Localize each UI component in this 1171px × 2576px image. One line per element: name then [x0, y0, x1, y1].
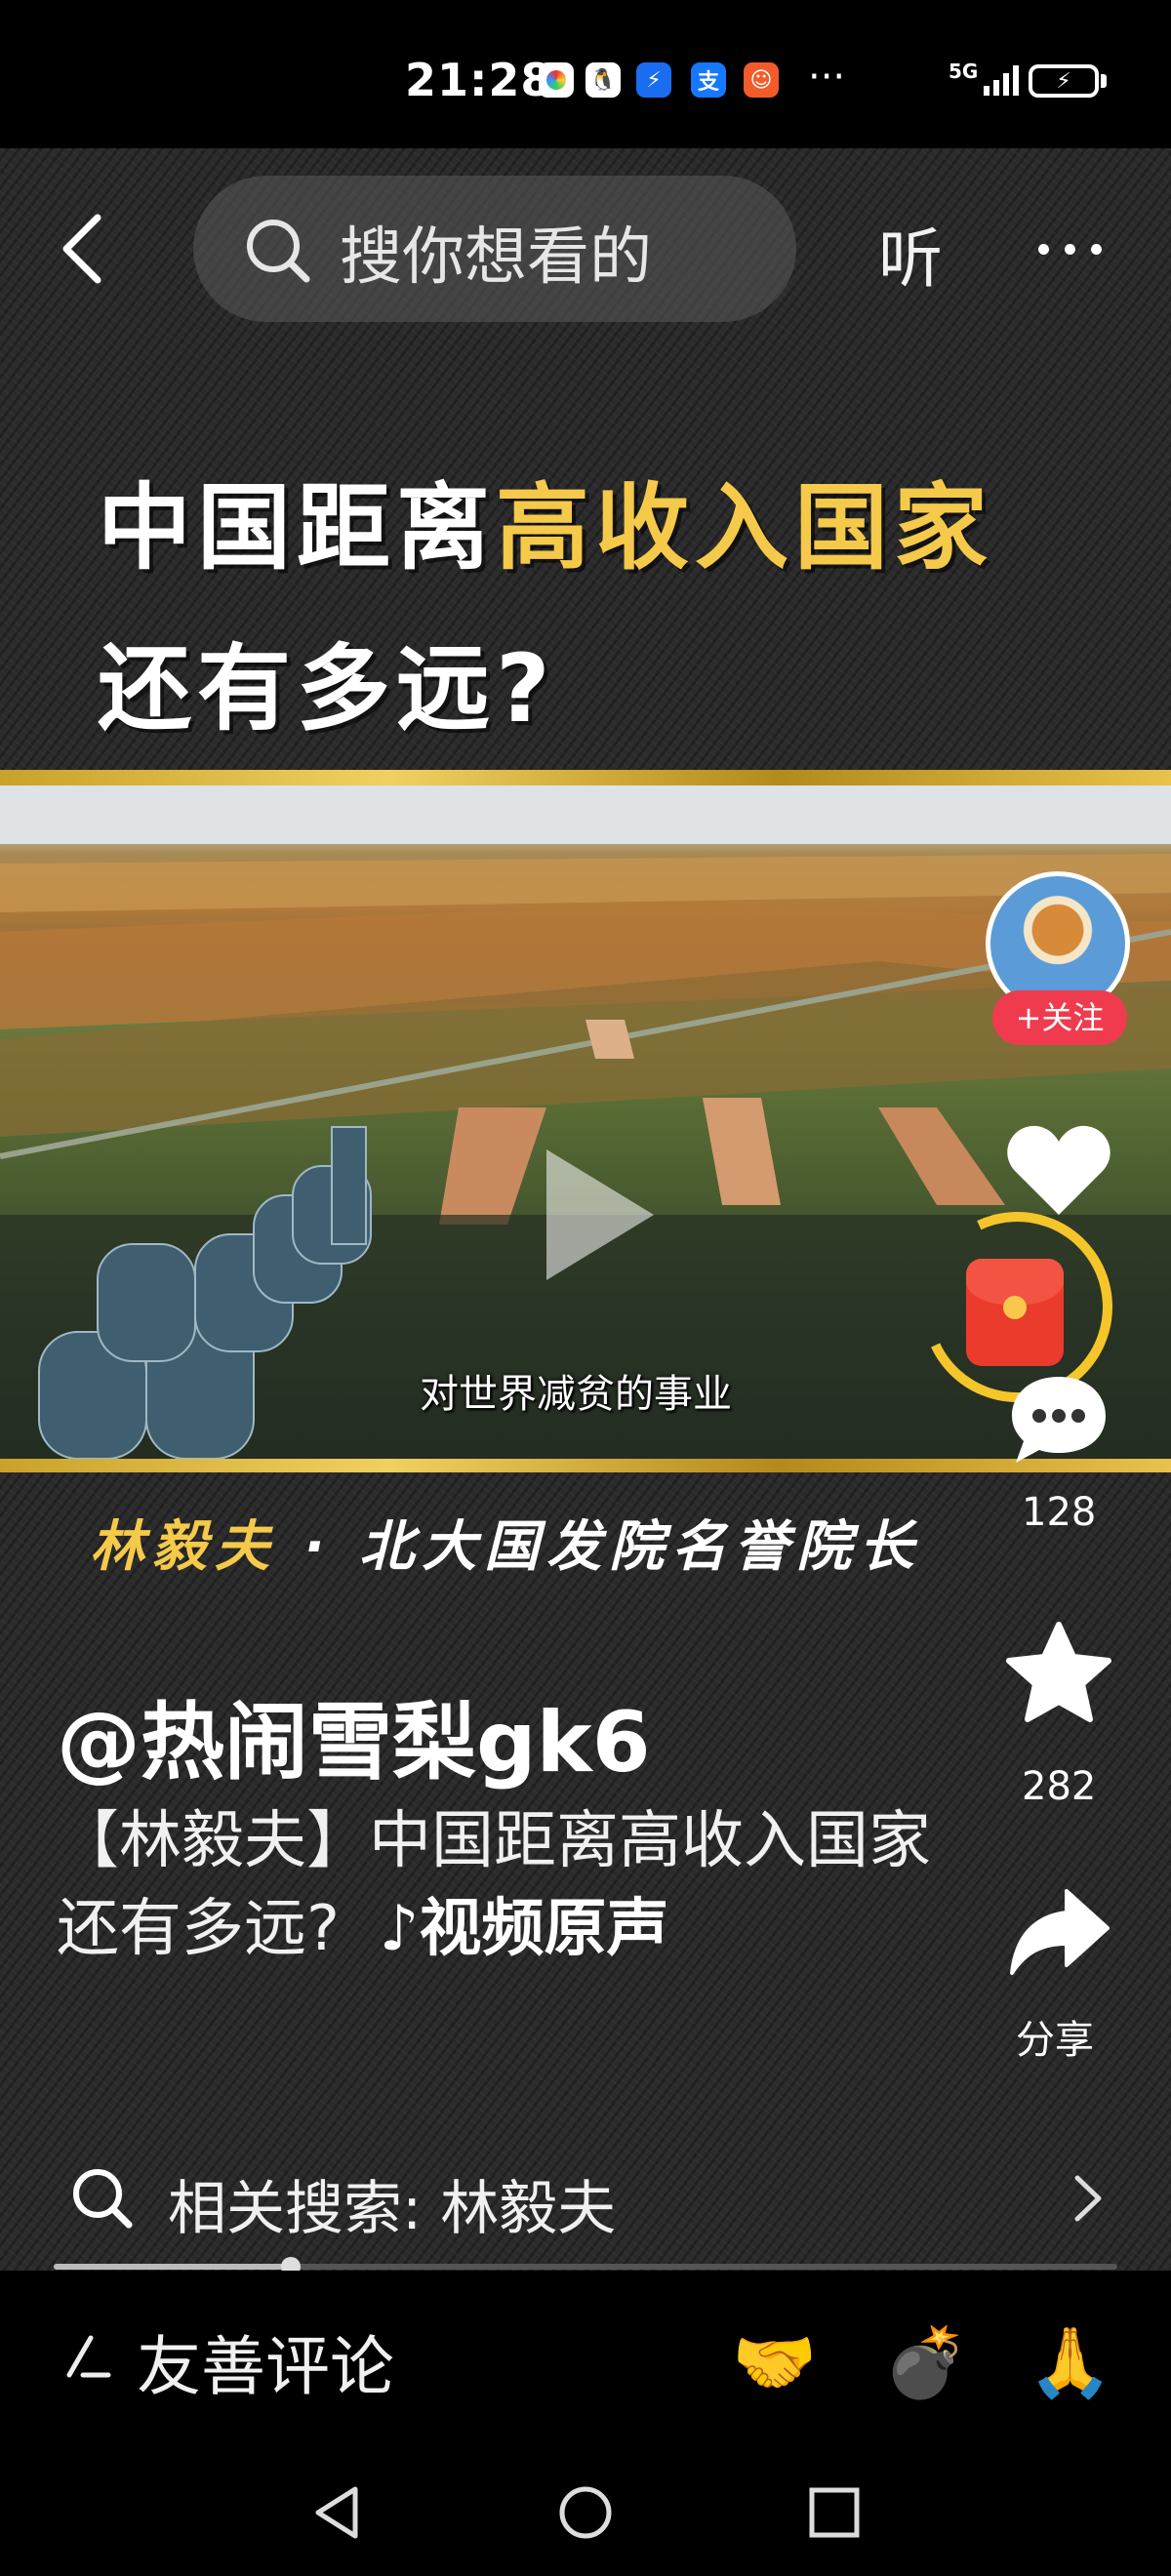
pray-emoji-button[interactable]: 🙏: [1028, 2322, 1112, 2403]
battery-charging-icon: ⚡: [1056, 68, 1071, 94]
back-arrow-icon[interactable]: [59, 210, 107, 288]
comment-icon[interactable]: [1008, 1371, 1110, 1469]
alipay-icon: 支: [691, 62, 726, 98]
status-time: 21:28: [405, 54, 553, 106]
network-label: 5G: [949, 60, 979, 83]
play-icon[interactable]: [537, 1142, 664, 1288]
music-label[interactable]: 视频原声: [420, 1893, 669, 1965]
nav-home-icon[interactable]: [556, 2483, 615, 2542]
battery-tip: [1101, 74, 1107, 88]
headline-white: 中国距离: [98, 473, 496, 583]
byline-name: 林毅夫: [90, 1515, 277, 1579]
gold-divider-bottom: [0, 1459, 1171, 1472]
share-label: 分享: [1016, 2018, 1094, 2063]
like-heart-icon[interactable]: [1005, 1122, 1112, 1220]
search-placeholder[interactable]: 搜你想看的: [340, 207, 652, 297]
app-blue-bolt-icon: ⚡: [636, 62, 671, 98]
handshake-emoji-button[interactable]: 🤝: [732, 2322, 817, 2403]
headline-line-2: 还有多远?: [98, 634, 556, 744]
byline-title: 北大国发院名誉院长: [359, 1515, 922, 1579]
related-search-icon: [73, 2169, 133, 2229]
qq-icon: 🐧: [586, 62, 621, 98]
listen-button[interactable]: 听: [878, 207, 943, 301]
byline-separator: ·: [303, 1515, 333, 1579]
headline-gold: 高收入国家: [496, 473, 993, 583]
video-byline: 林毅夫 · 北大国发院名誉院长: [90, 1503, 921, 1582]
favorite-count: 282: [1022, 1764, 1097, 1809]
share-arrow-icon[interactable]: [1008, 1883, 1110, 1981]
pen-icon: [66, 2335, 111, 2378]
status-more-icon: ···: [808, 55, 846, 100]
app-colorful-icon: [539, 62, 574, 98]
headline-line-1: 中国距离高收入国家: [98, 452, 993, 587]
author-name[interactable]: @热闹雪梨gk6: [57, 1673, 651, 1795]
comment-input[interactable]: 友善评论: [137, 2314, 394, 2408]
network-icon: 5G: [949, 60, 1019, 96]
search-icon: [247, 220, 310, 283]
nav-back-icon[interactable]: [310, 2483, 363, 2542]
post-description: 【林毅夫】中国距离高收入国家还有多远? ♪视频原声: [57, 1797, 935, 1973]
battery-icon: ⚡: [1029, 64, 1099, 98]
video-progress-fill: [54, 2264, 288, 2270]
video-subtitle: 对世界减贫的事业: [420, 1372, 732, 1417]
bomb-emoji-button[interactable]: 💣: [883, 2322, 968, 2403]
red-packet-coin: [1003, 1296, 1027, 1319]
gold-divider-top: [0, 770, 1171, 785]
nav-recents-icon[interactable]: [807, 2485, 862, 2540]
signal-icon: [984, 65, 1019, 96]
more-menu-icon[interactable]: [1038, 240, 1117, 259]
app-orange-icon: ☺: [744, 62, 779, 98]
comment-count: 128: [1022, 1490, 1097, 1535]
music-note-icon: ♪: [379, 1893, 420, 1965]
related-search-label[interactable]: 相关搜索: 林毅夫: [168, 2161, 616, 2246]
chevron-right-icon[interactable]: [1071, 2174, 1105, 2223]
favorite-star-icon[interactable]: [1003, 1620, 1115, 1727]
follow-button[interactable]: +关注: [992, 990, 1127, 1045]
